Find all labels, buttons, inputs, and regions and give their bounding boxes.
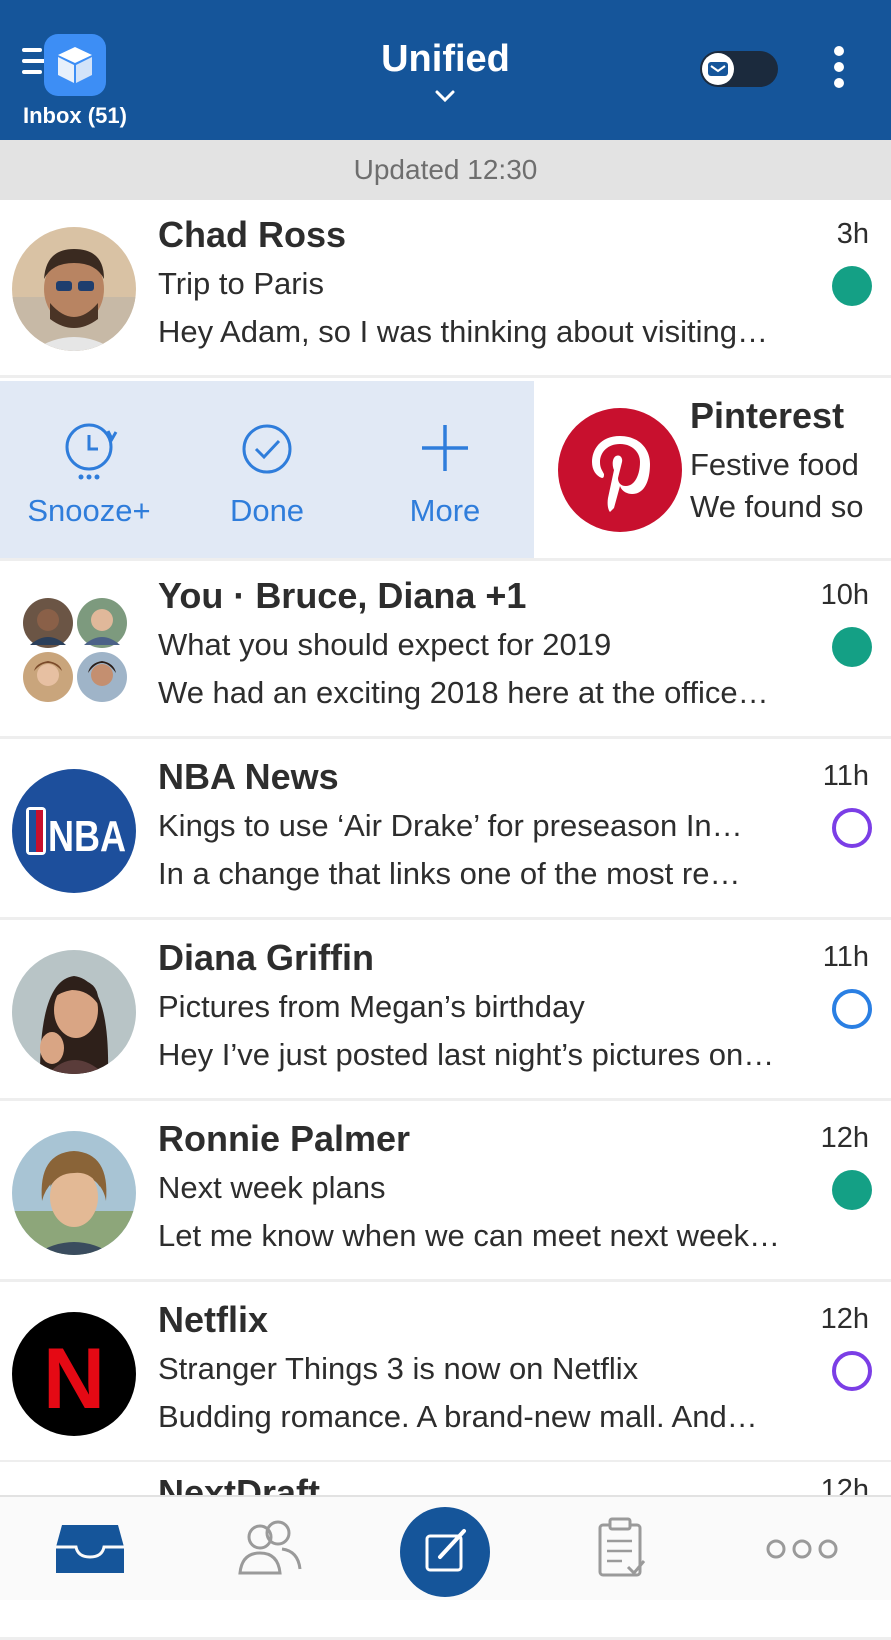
email-preview: In a change that links one of the most r… bbox=[158, 856, 741, 891]
sender-name: Pinterest bbox=[690, 395, 845, 436]
email-preview: Hey Adam, so I was thinking about visiti… bbox=[158, 314, 768, 349]
sender-name: You · Bruce, Diana +1 bbox=[158, 575, 527, 616]
more-button[interactable]: More bbox=[356, 381, 534, 558]
inbox-count-label[interactable]: Inbox (51) bbox=[23, 103, 127, 129]
more-label: More bbox=[409, 493, 481, 528]
avatar: NBA bbox=[12, 769, 136, 893]
app-header: Inbox (51) Unified bbox=[0, 0, 891, 140]
avatar-initials: N bbox=[43, 1331, 105, 1427]
group-avatar bbox=[22, 597, 130, 705]
email-time: 12h bbox=[820, 1303, 869, 1335]
avatar bbox=[12, 950, 136, 1074]
email-time: 11h bbox=[822, 760, 869, 792]
email-preview: Budding romance. A brand-new mall. And… bbox=[158, 1399, 758, 1434]
email-subject: Kings to use ‘Air Drake’ for preseason I… bbox=[158, 808, 743, 843]
unread-indicator[interactable] bbox=[832, 266, 872, 306]
sync-status-bar: Updated 12:30 bbox=[0, 140, 891, 200]
email-row-swiped[interactable]: Snooze+ Done More Pinterest Festive food… bbox=[0, 381, 891, 561]
nav-tasks[interactable] bbox=[572, 1497, 672, 1602]
sender-name: Diana Griffin bbox=[158, 937, 375, 978]
compose-button[interactable] bbox=[400, 1507, 490, 1597]
done-label: Done bbox=[229, 493, 305, 528]
email-subject: Stranger Things 3 is now on Netflix bbox=[158, 1351, 639, 1386]
email-row[interactable]: Chad Ross Trip to Paris Hey Adam, so I w… bbox=[0, 200, 891, 378]
toggle-knob bbox=[702, 53, 734, 85]
avatar bbox=[12, 227, 136, 351]
email-time: 3h bbox=[836, 218, 869, 250]
overflow-menu-icon[interactable] bbox=[832, 46, 846, 92]
sender-name: NBA News bbox=[158, 756, 339, 797]
chevron-down-icon[interactable] bbox=[435, 90, 455, 102]
email-preview: Hey I’ve just posted last night’s pictur… bbox=[158, 1037, 775, 1072]
clipboard-check-icon bbox=[598, 1517, 646, 1577]
email-subject: Festive food bbox=[690, 447, 859, 482]
people-icon bbox=[238, 1520, 302, 1575]
email-subject: Trip to Paris bbox=[158, 266, 324, 301]
nav-more[interactable] bbox=[752, 1497, 852, 1602]
checkmark-circle-icon bbox=[242, 424, 292, 474]
email-subject: What you should expect for 2019 bbox=[158, 627, 612, 662]
bottom-navigation bbox=[0, 1495, 891, 1600]
plus-icon bbox=[422, 425, 468, 471]
done-button[interactable]: Done bbox=[178, 381, 356, 558]
read-indicator[interactable] bbox=[832, 808, 872, 848]
email-preview: We had an exciting 2018 here at the offi… bbox=[158, 675, 769, 710]
avatar-initials: NBA bbox=[48, 812, 126, 861]
nav-contacts[interactable] bbox=[220, 1497, 320, 1602]
more-dots-icon bbox=[766, 1539, 838, 1559]
email-row[interactable]: You · Bruce, Diana +1 What you should ex… bbox=[0, 561, 891, 739]
read-indicator[interactable] bbox=[832, 989, 872, 1029]
read-indicator[interactable] bbox=[832, 1351, 872, 1391]
email-row[interactable]: NBA NBA News Kings to use ‘Air Drake’ fo… bbox=[0, 742, 891, 920]
compose-icon bbox=[425, 1529, 466, 1572]
email-time: 10h bbox=[820, 579, 869, 611]
sender-name: Netflix bbox=[158, 1299, 269, 1340]
swipe-actions-panel: Snooze+ Done More bbox=[0, 381, 534, 558]
unread-indicator[interactable] bbox=[832, 1170, 872, 1210]
email-subject: Next week plans bbox=[158, 1170, 386, 1205]
email-row[interactable]: Ronnie Palmer Next week plans Let me kno… bbox=[0, 1104, 891, 1282]
email-time: 11h bbox=[822, 941, 869, 973]
email-time: 12h bbox=[820, 1122, 869, 1154]
swiped-email-content[interactable]: Pinterest Festive food We found so bbox=[534, 381, 891, 558]
email-preview: Let me know when we can meet next week… bbox=[158, 1218, 781, 1253]
unread-indicator[interactable] bbox=[832, 627, 872, 667]
email-preview: We found so bbox=[690, 489, 864, 524]
mail-icon bbox=[708, 62, 728, 76]
email-row[interactable]: N Netflix Stranger Things 3 is now on Ne… bbox=[0, 1285, 891, 1463]
avatar: N bbox=[12, 1312, 136, 1436]
snooze-button[interactable]: Snooze+ bbox=[0, 381, 178, 558]
pinterest-logo-icon bbox=[558, 408, 682, 532]
email-row[interactable]: Diana Griffin Pictures from Megan’s birt… bbox=[0, 923, 891, 1101]
nav-inbox[interactable] bbox=[40, 1497, 140, 1602]
sender-name: Chad Ross bbox=[158, 214, 347, 255]
focus-toggle[interactable] bbox=[700, 51, 778, 87]
inbox-tray-icon bbox=[56, 1525, 124, 1573]
sender-name: Ronnie Palmer bbox=[158, 1118, 411, 1159]
snooze-clock-icon bbox=[65, 423, 118, 480]
avatar bbox=[12, 1131, 136, 1255]
email-subject: Pictures from Megan’s birthday bbox=[158, 989, 585, 1024]
snooze-label: Snooze+ bbox=[27, 493, 151, 528]
